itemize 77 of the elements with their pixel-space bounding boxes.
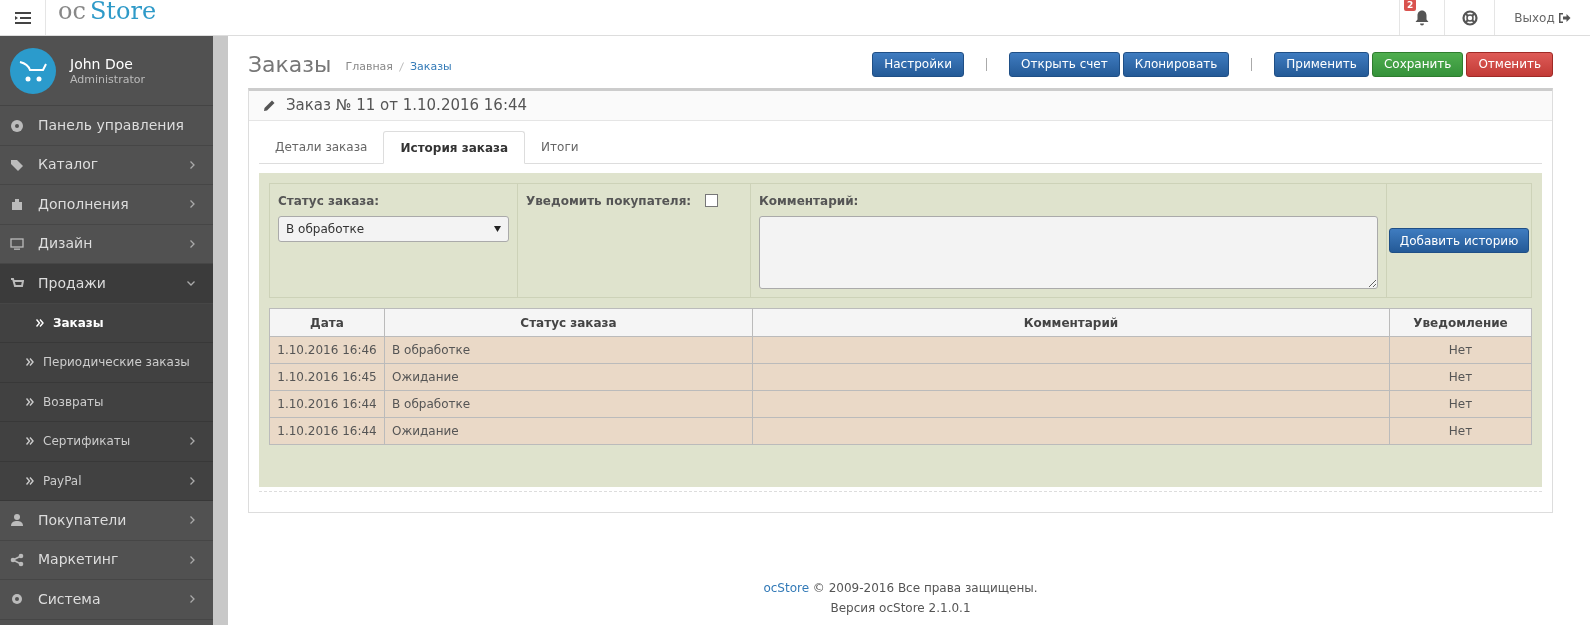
chevron-right-icon — [190, 200, 195, 209]
notify-checkbox[interactable] — [705, 194, 719, 207]
double-chevron-icon — [36, 318, 44, 327]
field-label: Уведомить покупателя: — [526, 193, 692, 210]
double-chevron-icon — [26, 397, 34, 406]
toolbar-button[interactable]: Настройки — [872, 51, 964, 77]
caret-icon — [494, 226, 501, 232]
panel-title: Заказ № 11 от 1.10.2016 16:44 — [286, 95, 528, 117]
avatar-icon — [10, 47, 56, 94]
submenu-item[interactable]: PayPal — [0, 461, 213, 501]
share-icon — [10, 552, 24, 567]
chevron-down-icon — [187, 280, 195, 286]
chevron-right-icon — [190, 160, 195, 169]
field-label: Комментарий: — [759, 193, 860, 210]
footer-link[interactable]: ocStore — [763, 581, 810, 595]
submenu-item[interactable]: Заказы — [0, 303, 213, 343]
chevron-right-icon — [190, 476, 195, 485]
table-cell: Нет — [1389, 417, 1532, 445]
scrollbar[interactable] — [213, 36, 228, 625]
table-cell: Нет — [1389, 363, 1532, 391]
submenu-item[interactable]: Возвраты — [0, 382, 213, 422]
table-cell: Нет — [1389, 336, 1532, 364]
logout-link[interactable]: Выход — [1514, 8, 1555, 27]
logo[interactable]: oc Store — [46, 0, 157, 35]
chevron-right-icon — [190, 239, 195, 248]
user-name: John Doe — [70, 54, 134, 73]
double-chevron-icon — [26, 437, 34, 446]
bell-icon[interactable] — [1415, 9, 1429, 26]
table-cell: 1.10.2016 16:44 — [269, 417, 385, 445]
column-header: Статус заказа — [384, 308, 753, 337]
column-header: Дата — [269, 308, 385, 337]
toolbar-button[interactable]: Открыть счет — [1009, 51, 1120, 77]
chevron-right-icon — [190, 516, 195, 525]
submenu-item[interactable]: Сертификаты — [0, 422, 213, 462]
field-label: Статус заказа: — [278, 193, 381, 210]
version-text: Версия ocStore 2.1.0.1 — [830, 600, 971, 617]
status-select[interactable]: В обработке — [278, 216, 509, 242]
toolbar-button[interactable]: Клонировать — [1122, 51, 1230, 77]
breadcrumb-link[interactable]: Заказы — [409, 58, 452, 76]
column-header: Комментарий — [752, 308, 1390, 337]
notification-badge: 2 — [1404, 0, 1417, 11]
sidebar-item[interactable]: Продажи — [0, 264, 213, 304]
table-cell: 1.10.2016 16:44 — [269, 390, 385, 418]
table-cell: В обработке — [384, 336, 753, 364]
breadcrumb-link[interactable]: Главная — [345, 58, 393, 76]
person-icon — [10, 513, 24, 528]
chevron-right-icon — [190, 555, 195, 564]
tag-icon — [10, 157, 24, 172]
page-title: Заказы — [248, 50, 332, 79]
submenu-item[interactable]: Периодические заказы — [0, 343, 213, 383]
logout-icon[interactable] — [1557, 11, 1571, 24]
monitor-icon — [10, 236, 24, 251]
breadcrumb-separator — [398, 62, 404, 72]
lifebuoy-icon[interactable] — [1461, 9, 1478, 26]
table-cell: Ожидание — [384, 417, 753, 445]
table-cell: Ожидание — [384, 363, 753, 391]
table-cell: В обработке — [384, 390, 753, 418]
add-history-button[interactable]: Добавить историю — [1388, 228, 1530, 253]
table-cell: Нет — [1389, 390, 1532, 418]
chevron-right-icon — [190, 595, 195, 604]
user-role: Administrator — [70, 72, 145, 87]
double-chevron-icon — [26, 358, 34, 367]
pencil-icon — [263, 99, 276, 112]
table-cell: 1.10.2016 16:45 — [269, 363, 385, 391]
comment-field[interactable] — [759, 216, 1378, 289]
copyright-text: ocStore © 2009-2016 Все права защищены. — [763, 580, 1038, 597]
toolbar-button[interactable]: Сохранить — [1371, 51, 1464, 77]
table-cell: 1.10.2016 16:46 — [269, 336, 385, 364]
menu-icon[interactable] — [14, 11, 31, 24]
toolbar-button[interactable]: Отменить — [1466, 51, 1553, 77]
tab[interactable]: Итоги — [525, 130, 595, 163]
toolbar-button[interactable]: Применить — [1274, 51, 1369, 77]
tab[interactable]: Детали заказа — [259, 130, 384, 163]
chevron-right-icon — [190, 437, 195, 446]
column-header: Уведомление — [1389, 308, 1532, 337]
double-chevron-icon — [26, 476, 34, 485]
tab[interactable]: История заказа — [383, 131, 526, 164]
